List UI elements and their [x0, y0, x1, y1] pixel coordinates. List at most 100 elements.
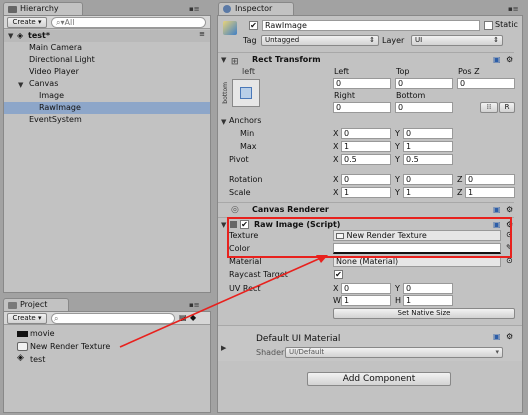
object-name-field[interactable]: RawImage: [262, 20, 480, 31]
list-item[interactable]: test: [30, 355, 45, 365]
layer-value: UI: [415, 36, 423, 44]
project-search-input[interactable]: ⌕: [51, 313, 175, 324]
h-label: H: [395, 296, 402, 305]
y-label: Y: [395, 129, 400, 138]
component-enabled-checkbox[interactable]: ✔: [240, 220, 249, 229]
list-item[interactable]: Main Camera: [29, 43, 82, 53]
project-create-button[interactable]: Create ▾: [7, 313, 47, 324]
max-label: Max: [240, 142, 257, 151]
list-item[interactable]: Directional Light: [29, 55, 95, 65]
posz-field[interactable]: 0: [457, 78, 515, 89]
gear-icon[interactable]: ⚙: [506, 203, 513, 217]
list-item[interactable]: Canvas: [29, 79, 58, 89]
uv-h-field[interactable]: 1: [403, 295, 453, 306]
gear-icon[interactable]: ⚙: [506, 53, 513, 67]
tab-project-label: Project: [20, 300, 48, 309]
scene-row[interactable]: ▼ ◈ test* ≡: [4, 30, 210, 42]
filter-label-icon[interactable]: ◆: [190, 313, 196, 322]
rotation-y-field[interactable]: 0: [403, 174, 453, 185]
anchor-min-y-field[interactable]: 0: [403, 128, 453, 139]
layer-dropdown[interactable]: UI ⇕: [411, 35, 503, 46]
uv-y-field[interactable]: 0: [403, 283, 453, 294]
scale-x-field[interactable]: 1: [341, 187, 391, 198]
scale-z-field[interactable]: 1: [465, 187, 515, 198]
left-field[interactable]: 0: [333, 78, 391, 89]
raw-edit-button[interactable]: R: [499, 102, 515, 113]
panel-menu-icon[interactable]: ▪≡: [508, 5, 519, 13]
bottom-field[interactable]: 0: [395, 102, 453, 113]
tab-project[interactable]: Project: [3, 298, 69, 311]
eyedropper-icon[interactable]: ✎: [506, 243, 513, 252]
project-panel: Create ▾ ⌕ ▤ ◆ movie New Render Texture …: [3, 311, 211, 413]
gear-icon[interactable]: ⚙: [506, 332, 513, 341]
uv-x-field[interactable]: 0: [341, 283, 391, 294]
uv-w-field[interactable]: 1: [341, 295, 391, 306]
hierarchy-search-input[interactable]: ⌕▾All: [51, 17, 206, 28]
unity-scene-icon: ◈: [17, 353, 24, 363]
video-clip-icon: [17, 331, 28, 337]
list-item[interactable]: New Render Texture: [30, 342, 110, 352]
uv-rect-label: UV Rect: [229, 284, 261, 293]
anchor-presets-button[interactable]: [232, 79, 260, 107]
layer-label: Layer: [382, 36, 405, 45]
hierarchy-create-button[interactable]: Create ▾: [7, 17, 47, 28]
set-native-size-button[interactable]: Set Native Size: [333, 308, 515, 319]
pivot-y-field[interactable]: 0.5: [403, 154, 453, 165]
list-item[interactable]: movie: [30, 329, 55, 339]
object-picker-icon[interactable]: ⊙: [506, 256, 513, 265]
static-checkbox[interactable]: [484, 21, 493, 30]
canvas-renderer-header[interactable]: ◎ Canvas Renderer ▣ ⚙: [218, 202, 514, 216]
scene-menu-icon[interactable]: ≡: [199, 30, 205, 38]
anchor-max-x-field[interactable]: 1: [341, 141, 391, 152]
pivot-x-field[interactable]: 0.5: [341, 154, 391, 165]
expand-triangle-icon: ▼: [221, 56, 227, 64]
rotation-x-field[interactable]: 0: [341, 174, 391, 185]
color-label: Color: [229, 244, 250, 253]
expand-triangle-icon[interactable]: ▼: [221, 118, 226, 126]
rect-transform-header[interactable]: ▼ ⊞ Rect Transform ▣ ⚙: [218, 52, 514, 67]
tag-label: Tag: [243, 36, 257, 45]
anchor-min-x-field[interactable]: 0: [341, 128, 391, 139]
tag-dropdown[interactable]: Untagged ⇕: [261, 35, 379, 46]
list-item-selected[interactable]: RawImage: [4, 102, 210, 114]
filter-type-icon[interactable]: ▤: [179, 313, 187, 322]
list-item[interactable]: Video Player: [29, 67, 79, 77]
panel-menu-icon[interactable]: ▪≡: [189, 5, 200, 13]
w-label: W: [333, 296, 341, 305]
x-label: X: [333, 175, 339, 184]
expand-triangle-icon[interactable]: ▼: [18, 81, 23, 89]
help-icon[interactable]: ▣: [493, 332, 501, 341]
texture-object-field[interactable]: New Render Texture: [333, 230, 501, 241]
anchor-max-y-field[interactable]: 1: [403, 141, 453, 152]
material-object-field[interactable]: None (Material): [333, 256, 501, 267]
add-component-button[interactable]: Add Component: [307, 372, 451, 386]
expand-triangle-icon[interactable]: ▼: [8, 32, 13, 40]
rotation-z-field[interactable]: 0: [465, 174, 515, 185]
raw-image-header[interactable]: ▼ ✔ Raw Image (Script) ▣ ⚙: [218, 217, 514, 231]
active-checkbox[interactable]: ✔: [249, 21, 258, 30]
hierarchy-toolbar: Create ▾ ⌕▾All: [4, 16, 210, 29]
panel-menu-icon[interactable]: ▪≡: [189, 301, 200, 309]
stretch-left-label: left: [242, 67, 255, 76]
help-icon[interactable]: ▣: [493, 53, 501, 67]
list-item[interactable]: EventSystem: [29, 115, 82, 125]
blueprint-icon: ⁞⁞: [486, 103, 492, 111]
help-icon[interactable]: ▣: [493, 203, 501, 217]
search-icon: ⌕: [54, 314, 59, 323]
scale-y-field[interactable]: 1: [403, 187, 453, 198]
chevron-down-icon: ⇕: [493, 36, 499, 44]
tab-hierarchy[interactable]: Hierarchy: [3, 2, 83, 15]
shader-dropdown[interactable]: UI/Default ▾: [285, 347, 503, 358]
blueprint-mode-button[interactable]: ⁞⁞: [480, 102, 498, 113]
right-field[interactable]: 0: [333, 102, 391, 113]
list-item[interactable]: Image: [39, 91, 64, 101]
pivot-label: Pivot: [229, 155, 249, 164]
tag-value: Untagged: [265, 36, 300, 44]
color-swatch[interactable]: [333, 243, 501, 254]
raycast-target-checkbox[interactable]: ✔: [334, 270, 343, 279]
object-picker-icon[interactable]: ⊙: [506, 230, 513, 239]
expand-triangle-icon[interactable]: ▶: [221, 344, 226, 352]
tab-inspector[interactable]: Inspector: [218, 2, 294, 15]
top-field[interactable]: 0: [395, 78, 453, 89]
chevron-down-icon: ▾: [495, 348, 499, 356]
